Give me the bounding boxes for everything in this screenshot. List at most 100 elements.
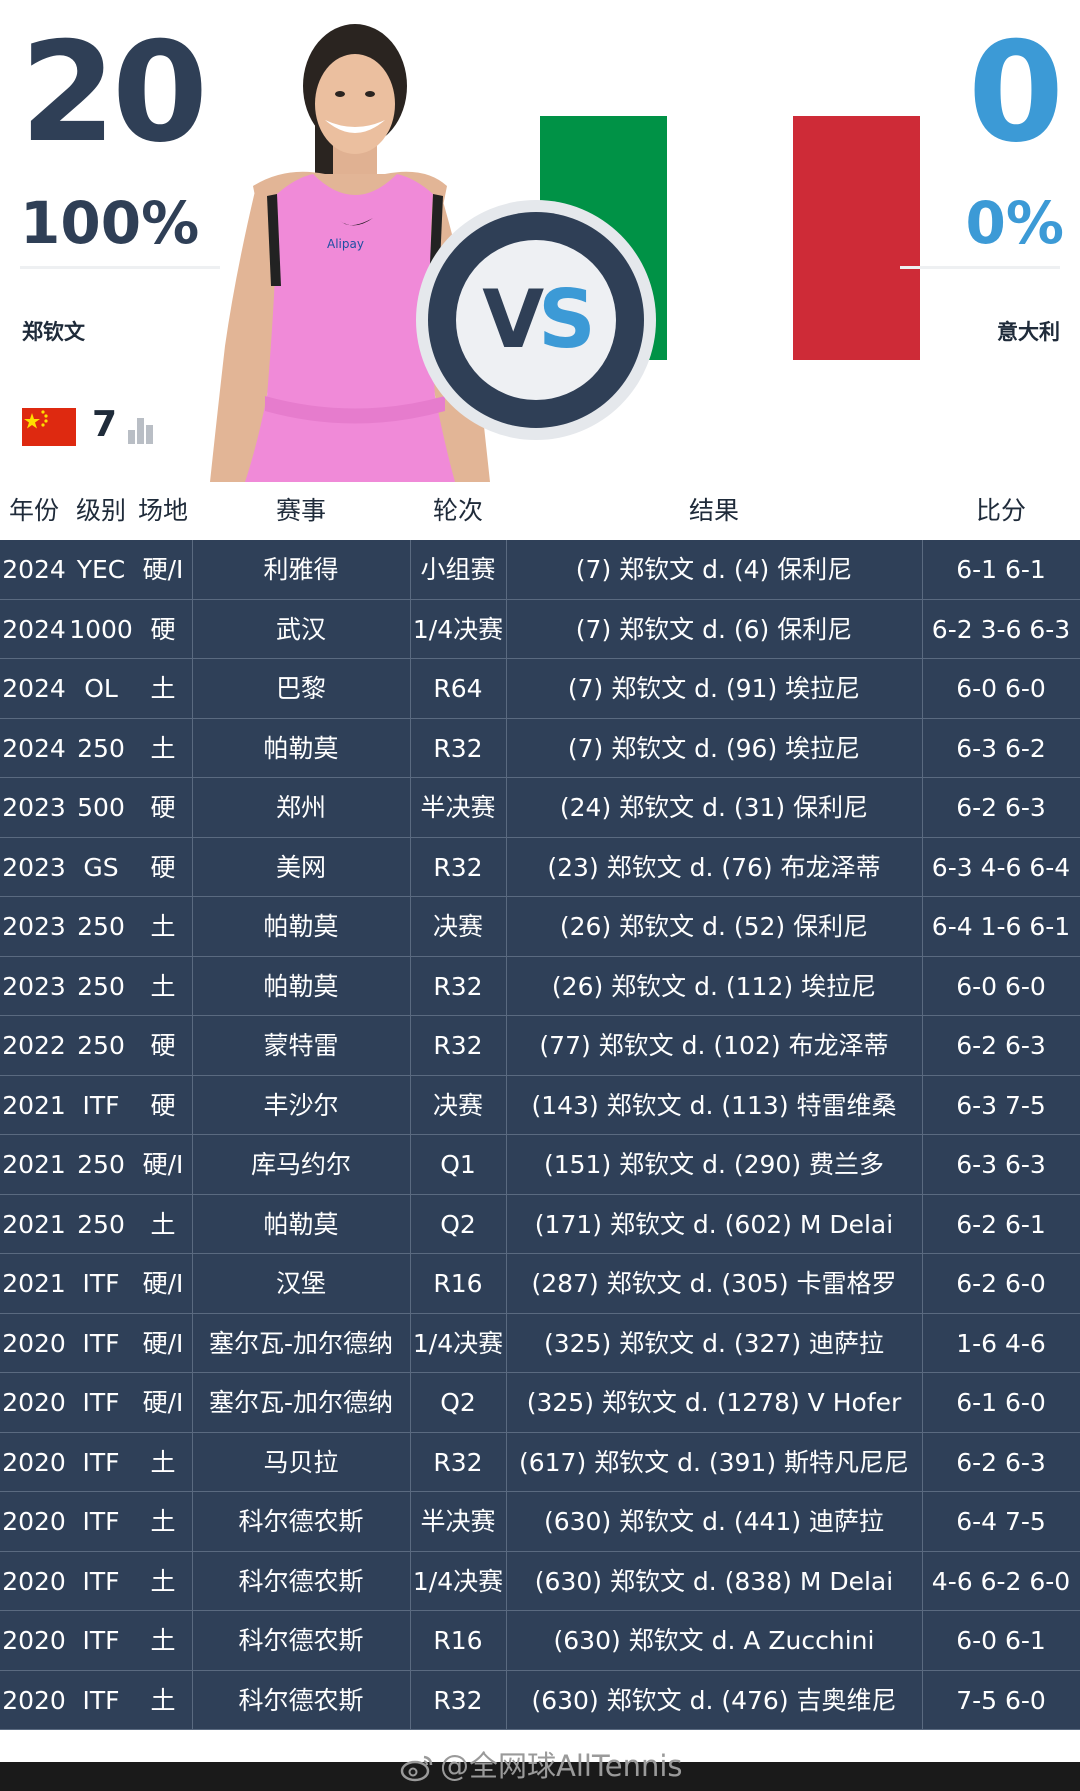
cell-year: 2020 [2, 1685, 66, 1715]
cell-year: 2021 [2, 1150, 66, 1179]
cell-event: 巴黎 [275, 674, 326, 703]
cell-round: 决赛 [432, 912, 483, 941]
cell-round: Q1 [440, 1150, 476, 1179]
cell-score: 7-5 6-0 [956, 1685, 1046, 1715]
cell-event: 武汉 [275, 614, 326, 644]
cell-event: 蒙特雷 [263, 1031, 339, 1060]
cell-surface: 土 [150, 1507, 176, 1536]
left-player-rank: 7 [92, 404, 118, 445]
cell-result: (26) 郑钦文 d. (52) 保利尼 [559, 912, 869, 941]
cell-result: (26) 郑钦文 d. (112) 埃拉尼 [551, 971, 877, 1001]
cell-event: 塞尔瓦-加尔德纳 [208, 1388, 394, 1417]
cell-surface: 土 [150, 1626, 176, 1655]
cell-score: 6-2 3-6 6-3 [931, 614, 1071, 644]
cell-level: GS [83, 852, 119, 882]
cell-round: R32 [433, 1031, 483, 1060]
cell-surface: 硬 [150, 1090, 176, 1120]
cell-score: 6-4 7-5 [956, 1507, 1046, 1536]
header-result: 结果 [688, 496, 739, 525]
cell-round: R32 [433, 971, 483, 1001]
cell-surface: 硬/I [142, 1388, 184, 1417]
cell-level: ITF [82, 1090, 120, 1120]
cell-result: (24) 郑钦文 d. (31) 保利尼 [559, 793, 869, 822]
cell-result: (143) 郑钦文 d. (113) 特雷维桑 [531, 1090, 897, 1120]
table-row: 2020 ITF 土 马贝拉 R32 (617) 郑钦文 d. (391) 斯特凡尼尼 6-… [0, 1433, 1080, 1492]
cell-score: 6-0 6-1 [956, 1626, 1046, 1655]
left-divider [20, 266, 220, 269]
cell-score: 6-3 6-3 [956, 1150, 1046, 1179]
watermark: @全网球AllTennis [400, 1746, 683, 1786]
cell-score: 1-6 4-6 [956, 1328, 1046, 1358]
cell-year: 2023 [2, 852, 66, 882]
cell-result: (325) 郑钦文 d. (1278) V Hofer [526, 1388, 902, 1417]
cell-result: (617) 郑钦文 d. (391) 斯特凡尼尼 [518, 1447, 910, 1477]
cell-result: (7) 郑钦文 d. (96) 埃拉尼 [567, 733, 861, 763]
header-surface: 场地 [137, 496, 188, 525]
cell-level: ITF [82, 1685, 120, 1715]
vs-label: VS [482, 273, 596, 366]
cell-score: 6-3 7-5 [956, 1090, 1046, 1120]
h2h-header: 20 100% 郑钦文 7 Alipay VS 0 0% 意大利 [0, 0, 1080, 482]
cell-event: 丰沙尔 [263, 1090, 339, 1120]
cell-result: (7) 郑钦文 d. (4) 保利尼 [575, 555, 853, 584]
cell-year: 2020 [2, 1328, 66, 1358]
table-row: 2020 ITF 硬/I 塞尔瓦-加尔德纳 1/4决赛 (325) 郑钦文 d. (327… [0, 1314, 1080, 1373]
table-row: 2023 250 土 帕勒莫 决赛 (26) 郑钦文 d. (52) 保利尼 6-4 1-6… [0, 897, 1080, 957]
table-row: 2020 ITF 硬/I 塞尔瓦-加尔德纳 Q2 (325) 郑钦文 d. (1278) … [0, 1373, 1080, 1433]
table-row: 2020 ITF 土 科尔德农斯 1/4决赛 (630) 郑钦文 d. (838) M D… [0, 1552, 1080, 1611]
cell-surface: 硬 [150, 793, 176, 822]
cell-year: 2024 [2, 674, 66, 703]
cell-round: Q2 [440, 1209, 476, 1239]
table-row: 2022 250 硬 蒙特雷 R32 (77) 郑钦文 d. (102) 布龙泽蒂 6-2 … [0, 1016, 1080, 1076]
table-row: 2024 OL 土 巴黎 R64 (7) 郑钦文 d. (91) 埃拉尼 6-0 6-0 [0, 659, 1080, 719]
cell-year: 2021 [2, 1209, 66, 1239]
cell-year: 2020 [2, 1566, 66, 1596]
cell-score: 6-3 4-6 6-4 [931, 852, 1071, 882]
table-row: 2024 YEC 硬/I 利雅得 小组赛 (7) 郑钦文 d. (4) 保利尼 6-1 6-… [0, 540, 1080, 600]
cell-score: 6-4 1-6 6-1 [931, 912, 1071, 941]
cell-score: 6-2 6-3 [956, 793, 1046, 822]
cell-year: 2020 [2, 1626, 66, 1655]
cell-result: (77) 郑钦文 d. (102) 布龙泽蒂 [539, 1031, 889, 1060]
cell-level: ITF [82, 1626, 120, 1655]
cell-round: 1/4决赛 [412, 1566, 504, 1596]
cell-surface: 硬 [150, 1031, 176, 1060]
cell-surface: 土 [150, 674, 176, 703]
cell-result: (630) 郑钦文 d. A Zucchini [553, 1626, 875, 1655]
cell-surface: 土 [150, 1209, 176, 1239]
cell-surface: 硬 [150, 614, 176, 644]
cell-round: R32 [433, 733, 483, 763]
cell-event: 帕勒莫 [263, 733, 339, 763]
cell-level: 500 [77, 793, 125, 822]
svg-text:Alipay: Alipay [327, 237, 364, 251]
cell-round: R16 [433, 1626, 483, 1655]
right-player-name: 意大利 [997, 320, 1060, 344]
cell-year: 2024 [2, 555, 66, 584]
right-wins: 0 [967, 12, 1064, 173]
cell-result: (151) 郑钦文 d. (290) 费兰多 [543, 1150, 885, 1179]
cell-score: 6-1 6-1 [956, 555, 1046, 584]
cell-level: 250 [77, 733, 125, 763]
left-win-pct: 100% [20, 189, 200, 257]
table-row: 2020 ITF 土 科尔德农斯 R32 (630) 郑钦文 d. (476) 吉奥维尼 7… [0, 1671, 1080, 1730]
cell-score: 6-0 6-0 [956, 674, 1046, 703]
table-row: 2024 250 土 帕勒莫 R32 (7) 郑钦文 d. (96) 埃拉尼 6-3 6-2 [0, 719, 1080, 778]
cell-level: 250 [77, 971, 125, 1001]
cell-level: 250 [77, 1209, 125, 1239]
cell-event: 汉堡 [275, 1269, 326, 1298]
left-player-name: 郑钦文 [22, 320, 85, 344]
weibo-icon [400, 1755, 433, 1782]
cell-year: 2021 [2, 1269, 66, 1298]
right-win-pct: 0% [965, 189, 1064, 257]
cell-score: 6-2 6-3 [956, 1031, 1046, 1060]
cell-year: 2021 [2, 1090, 66, 1120]
cell-score: 6-2 6-1 [956, 1209, 1046, 1239]
cell-surface: 硬 [150, 852, 176, 882]
cell-surface: 土 [150, 971, 176, 1001]
cell-level: ITF [82, 1328, 120, 1358]
cell-event: 帕勒莫 [263, 912, 339, 941]
cell-round: R64 [433, 674, 483, 703]
table-row: 2021 ITF 硬 丰沙尔 决赛 (143) 郑钦文 d. (113) 特雷维桑 6-3 … [0, 1076, 1080, 1135]
header-score: 比分 [975, 496, 1026, 525]
cell-score: 6-2 6-0 [956, 1269, 1046, 1298]
